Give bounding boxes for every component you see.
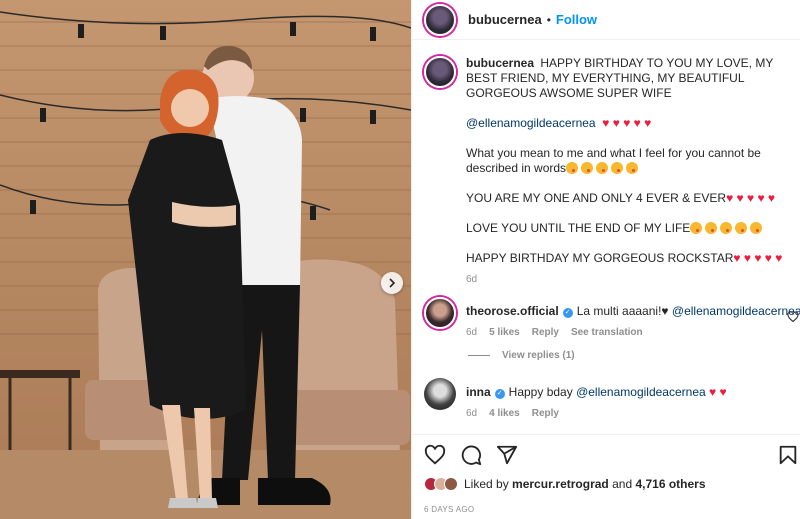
couple-photo — [0, 0, 411, 519]
verified-icon: ✓ — [562, 308, 573, 318]
reply-button[interactable]: Reply — [532, 408, 559, 419]
kiss-emoji — [611, 162, 624, 174]
liker-avatars — [424, 477, 458, 491]
heart-emoji: ♥ ♥ ♥ ♥ ♥ — [598, 116, 652, 130]
comment-text: La multi aaaani!♥ — [576, 304, 669, 318]
liker-avatar — [444, 477, 458, 491]
kiss-emoji — [596, 162, 609, 174]
caption-mention[interactable]: @ellenamogildeacernea — [466, 116, 596, 130]
heart-emoji: ♥ ♥ ♥ ♥ ♥ — [733, 251, 783, 265]
comment-avatar[interactable] — [424, 297, 456, 329]
liker-username[interactable]: mercur.retrograd — [512, 477, 609, 491]
view-replies-button[interactable]: View replies (1) — [468, 350, 575, 361]
comment-time[interactable]: 6d — [466, 327, 477, 338]
post-caption: bubucernea HAPPY BIRTHDAY TO YOU MY LOVE… — [424, 56, 794, 287]
liked-by-and: and — [612, 477, 633, 491]
share-icon[interactable] — [496, 444, 518, 466]
post-photo[interactable] — [0, 0, 411, 519]
comment-mention[interactable]: @ellenamogildeacernea — [672, 304, 800, 318]
kiss-emoji — [705, 222, 718, 234]
author-avatar[interactable] — [424, 3, 456, 36]
kiss-emoji — [720, 222, 733, 234]
kiss-emoji — [581, 162, 594, 174]
reply-button[interactable]: Reply — [532, 327, 559, 338]
see-translation-button[interactable]: See translation — [571, 327, 643, 338]
verified-icon: ✓ — [494, 389, 505, 399]
action-bar — [412, 434, 800, 474]
liked-by-prefix: Liked by — [464, 477, 509, 491]
view-replies-label: View replies (1) — [502, 350, 575, 361]
caption-time[interactable]: 6d — [466, 272, 794, 287]
caption-text-4: LOVE YOU UNTIL THE END OF MY LIFE — [466, 221, 691, 235]
separator-dot: • — [546, 12, 551, 27]
post-time[interactable]: 6 DAYS AGO — [424, 505, 474, 514]
caption-avatar[interactable] — [424, 56, 456, 88]
follow-button[interactable]: Follow — [556, 12, 597, 27]
comment-likes[interactable]: 5 likes — [489, 327, 520, 338]
chevron-right-icon — [389, 278, 396, 288]
save-icon[interactable] — [777, 444, 799, 466]
divider-line — [468, 355, 490, 356]
heart-emoji: ♥ ♥ ♥ ♥ ♥ — [726, 191, 776, 205]
comment-mention[interactable]: @ellenamogildeacernea — [576, 385, 706, 399]
comment-text: Happy bday — [508, 385, 573, 399]
comment: theorose.official ✓ La multi aaaani!♥ @ell… — [424, 297, 800, 338]
comment-likes[interactable]: 4 likes — [489, 408, 520, 419]
post-header: bubucernea • Follow — [412, 0, 800, 40]
comment-time[interactable]: 6d — [466, 408, 477, 419]
kiss-emoji — [626, 162, 639, 174]
heart-icon[interactable] — [787, 311, 799, 323]
kiss-emoji — [690, 222, 703, 234]
comment: inna ✓ Happy bday @ellenamogildeacernea ♥ … — [424, 378, 800, 419]
kiss-emoji — [566, 162, 579, 174]
kiss-emoji — [735, 222, 748, 234]
caption-username[interactable]: bubucernea — [466, 56, 534, 70]
kiss-emoji — [750, 222, 763, 234]
likes-summary: Liked by mercur.retrograd and 4,716 othe… — [424, 477, 706, 491]
author-username[interactable]: bubucernea — [468, 12, 542, 27]
comment-username[interactable]: theorose.official — [466, 304, 559, 318]
likes-count[interactable]: 4,716 others — [635, 477, 705, 491]
caption-text-3: YOU ARE MY ONE AND ONLY 4 EVER & EVER — [466, 191, 727, 205]
instagram-post: bubucernea • Follow bubucernea HAPPY BIR… — [0, 0, 800, 519]
post-panel: bubucernea • Follow bubucernea HAPPY BIR… — [411, 0, 800, 519]
heart-emoji: ♥ ♥ — [709, 385, 727, 399]
comment-icon[interactable] — [460, 444, 482, 466]
next-image-button[interactable] — [381, 272, 403, 294]
heart-icon[interactable] — [424, 444, 446, 466]
comment-username[interactable]: inna — [466, 385, 491, 399]
comment-avatar[interactable] — [424, 378, 456, 410]
caption-text-5: HAPPY BIRTHDAY MY GORGEOUS ROCKSTAR — [466, 251, 734, 265]
